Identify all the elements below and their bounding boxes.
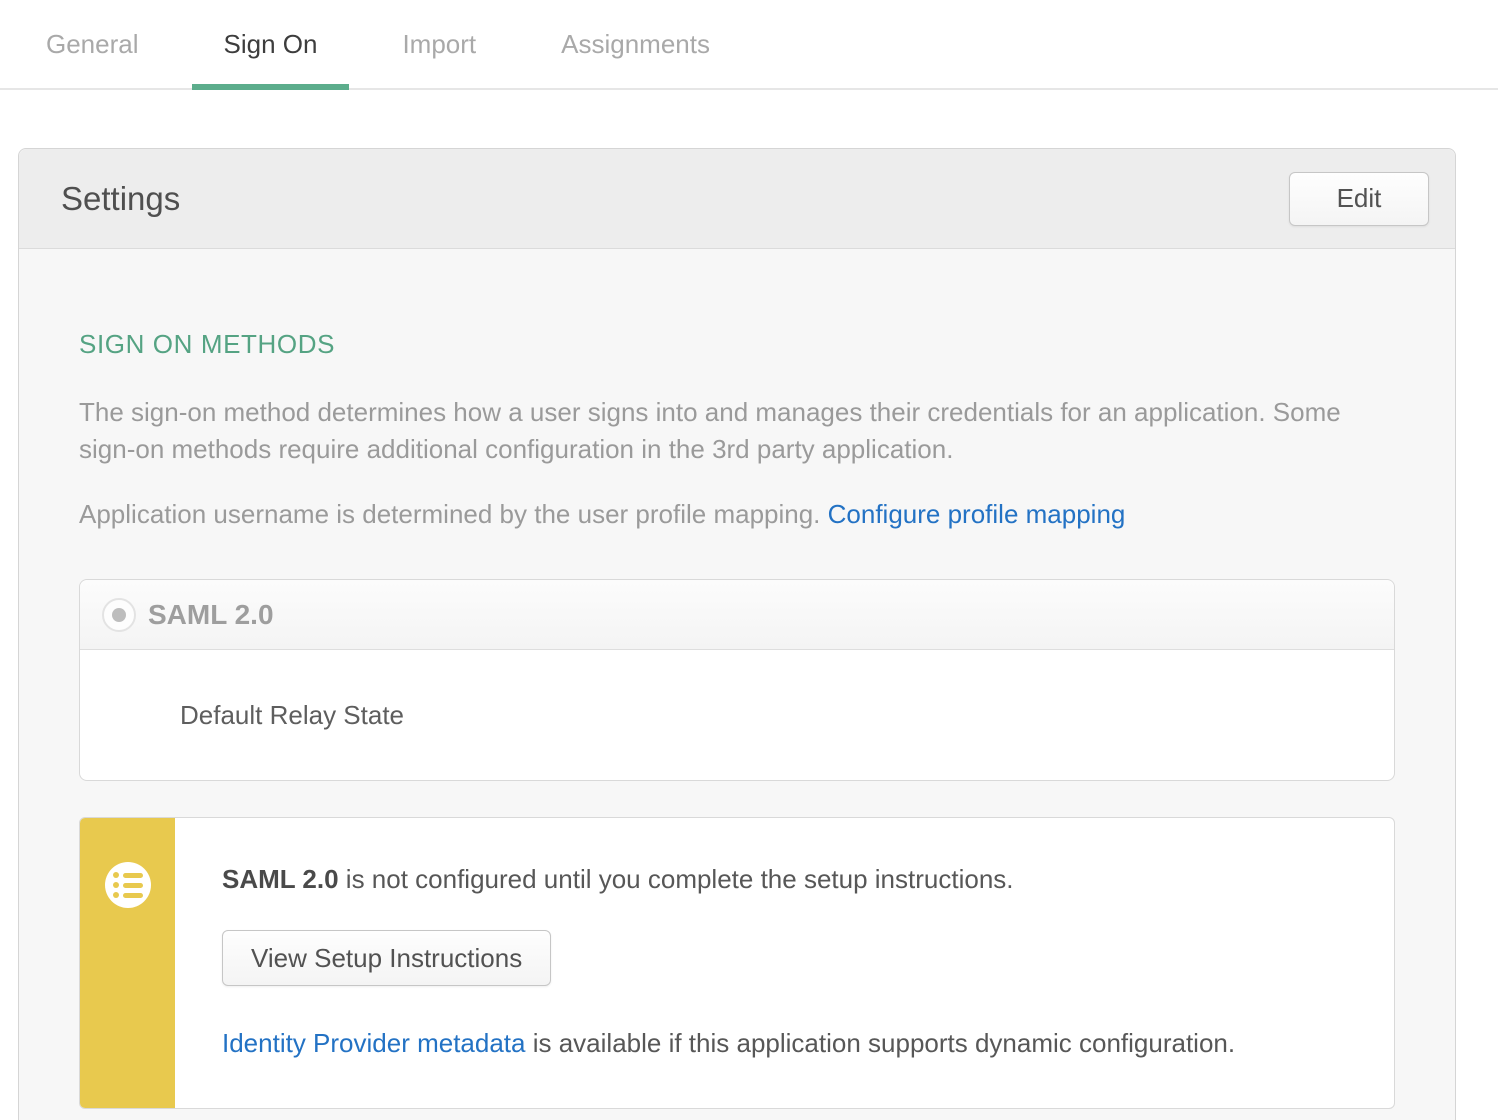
view-setup-instructions-button[interactable]: View Setup Instructions [222, 930, 551, 986]
metadata-line-text: is available if this application support… [526, 1028, 1236, 1058]
alert-accent-strip [80, 818, 175, 1108]
identity-provider-metadata-link[interactable]: Identity Provider metadata [222, 1028, 526, 1058]
sign-on-methods-heading: SIGN ON METHODS [79, 329, 1395, 360]
settings-panel-body: SIGN ON METHODS The sign-on method deter… [19, 249, 1455, 1109]
default-relay-state-label: Default Relay State [180, 700, 404, 731]
saml-setup-alert: SAML 2.0 is not configured until you com… [79, 817, 1395, 1109]
settings-panel: Settings Edit SIGN ON METHODS The sign-o… [18, 148, 1456, 1120]
settings-panel-header: Settings Edit [19, 149, 1455, 249]
tab-general[interactable]: General [14, 0, 171, 88]
alert-message-bold: SAML 2.0 [222, 864, 339, 894]
app-tabbar: General Sign On Import Assignments [0, 0, 1498, 90]
tab-assignments[interactable]: Assignments [529, 0, 742, 88]
radio-selected-dot [112, 608, 126, 622]
username-mapping-text: Application username is determined by th… [79, 499, 828, 529]
edit-button[interactable]: Edit [1289, 172, 1429, 226]
username-mapping-description: Application username is determined by th… [79, 496, 1394, 533]
tab-import[interactable]: Import [370, 0, 508, 88]
saml-method-box: SAML 2.0 Default Relay State [79, 579, 1395, 781]
metadata-line: Identity Provider metadata is available … [222, 1028, 1354, 1058]
saml-method-body: Default Relay State [80, 650, 1394, 780]
saml-radio[interactable] [102, 598, 136, 632]
tab-sign-on[interactable]: Sign On [192, 0, 350, 88]
alert-message-text: is not configured until you complete the… [339, 864, 1014, 894]
configure-profile-mapping-link[interactable]: Configure profile mapping [828, 499, 1126, 529]
alert-content: SAML 2.0 is not configured until you com… [175, 818, 1394, 1108]
list-icon [105, 862, 151, 908]
saml-method-label: SAML 2.0 [148, 599, 274, 631]
page-title: Settings [61, 180, 180, 218]
alert-message: SAML 2.0 is not configured until you com… [222, 864, 1354, 894]
saml-method-header: SAML 2.0 [80, 580, 1394, 650]
sign-on-description: The sign-on method determines how a user… [79, 394, 1394, 468]
